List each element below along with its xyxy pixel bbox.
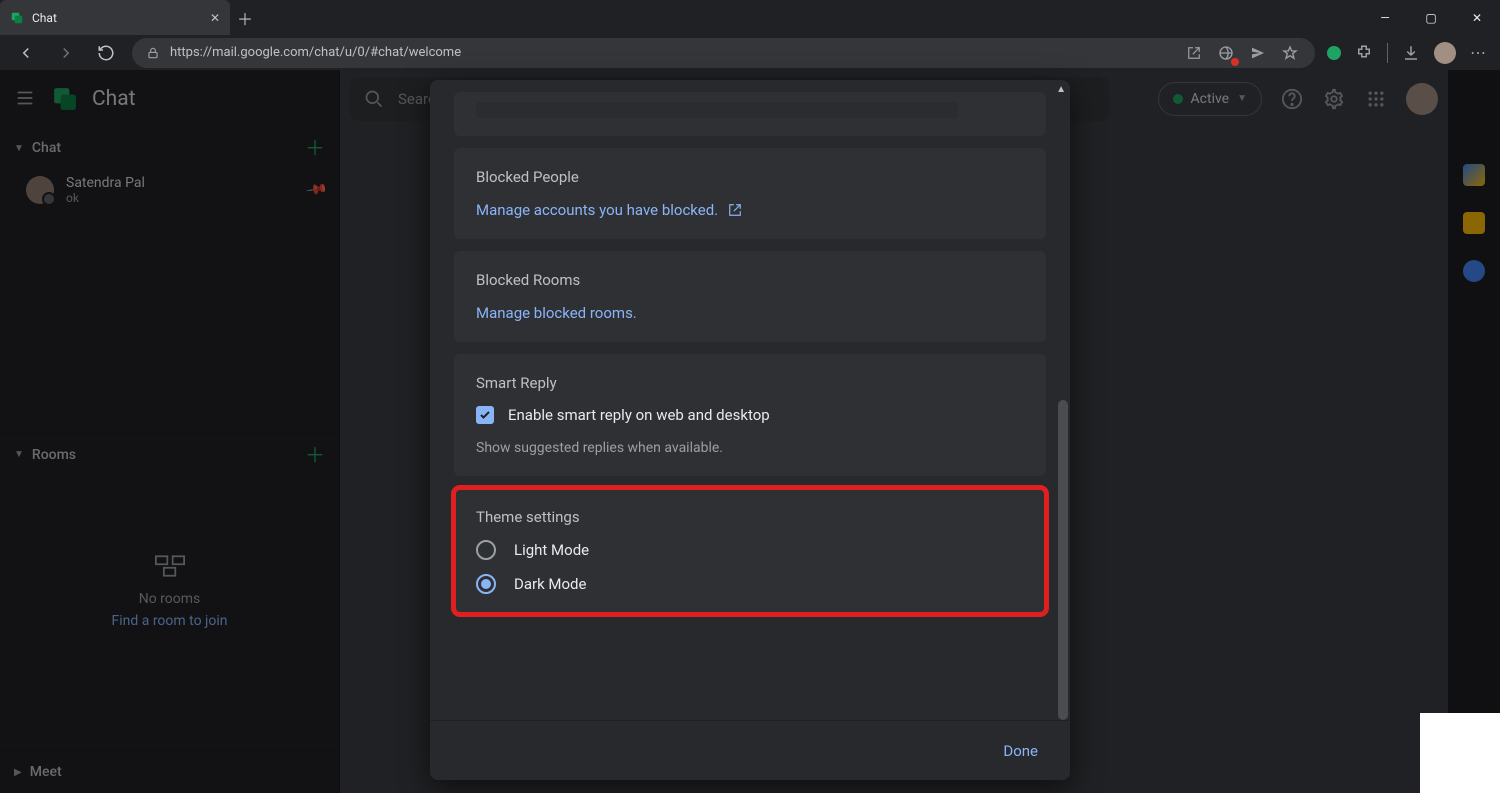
chevron-right-icon: ▶ [14,767,22,778]
keep-icon[interactable] [1463,212,1485,234]
tasks-icon[interactable] [1463,260,1485,282]
radio-label: Light Mode [514,541,589,559]
card-title: Smart Reply [476,374,1024,392]
pin-icon[interactable]: 📌 [305,178,328,201]
smart-reply-card: Smart Reply Enable smart reply on web an… [454,354,1046,476]
contact-name: Satendra Pal [66,175,145,191]
rooms-icon [155,555,185,577]
rooms-empty-title: No rooms [10,591,329,607]
card-title: Blocked Rooms [476,271,1024,289]
sidebar-section-chat[interactable]: ▼ Chat ＋ [0,127,339,169]
tab-title: Chat [32,11,57,25]
window-close-button[interactable]: ✕ [1454,0,1500,35]
check-icon [479,409,491,421]
settings-card-partial [454,92,1046,136]
extension-indicator[interactable] [1327,46,1341,60]
checkbox-label: Enable smart reply on web and desktop [508,406,770,424]
side-panel [1448,70,1500,793]
dialog-footer: Done [430,720,1070,780]
nav-back-button[interactable] [12,39,40,67]
section-label: Chat [32,140,61,156]
apps-grid-button[interactable] [1364,87,1388,111]
rooms-empty-state: No rooms Find a room to join [0,475,339,649]
status-dot-icon [1173,94,1183,104]
browser-title-bar: Chat ✕ ＋ — ▢ ✕ [0,0,1500,35]
help-button[interactable] [1280,87,1304,111]
window-maximize-button[interactable]: ▢ [1408,0,1454,35]
chat-list-item[interactable]: Satendra Pal ok 📌 [0,169,339,213]
theme-dark-radio[interactable] [476,574,496,594]
card-title: Blocked People [476,168,1024,186]
settings-button[interactable] [1322,87,1346,111]
placeholder-bar [476,102,958,118]
chevron-down-icon: ▼ [14,143,24,154]
find-room-link[interactable]: Find a room to join [10,613,329,629]
settings-dialog: ▲ Blocked People Manage accounts you hav… [430,80,1070,780]
address-input[interactable]: https://mail.google.com/chat/u/0/#chat/w… [132,38,1315,68]
extensions-icon[interactable] [1355,44,1373,62]
search-icon [364,89,384,109]
card-description: Show suggested replies when available. [476,440,1024,456]
contact-preview: ok [66,191,145,205]
lock-icon [146,46,160,60]
done-button[interactable]: Done [1003,742,1038,760]
theme-settings-card: Theme settings Light Mode Dark Mode [454,488,1046,614]
tab-close-icon[interactable]: ✕ [210,11,220,25]
browser-tab[interactable]: Chat ✕ [0,0,230,35]
manage-blocked-people-link[interactable]: Manage accounts you have blocked. [476,201,742,219]
sidebar: Chat ▼ Chat ＋ Satendra Pal ok 📌 ▼ Rooms [0,70,340,793]
manage-blocked-rooms-link[interactable]: Manage blocked rooms. [476,304,637,322]
app-title: Chat [92,87,136,111]
theme-light-radio[interactable] [476,540,496,560]
chevron-down-icon: ▼ [1237,93,1247,104]
link-text: Manage blocked rooms. [476,304,637,322]
card-title: Theme settings [476,508,1024,526]
avatar [26,176,54,204]
scroll-up-icon[interactable]: ▲ [1056,84,1066,95]
overlay-box [1420,713,1500,793]
status-selector[interactable]: Active ▼ [1158,82,1262,116]
calendar-icon[interactable] [1463,164,1485,186]
scrollbar-thumb[interactable] [1058,400,1068,720]
sidebar-section-rooms[interactable]: ▼ Rooms ＋ [0,433,339,475]
section-label: Meet [30,764,62,780]
browser-profile-avatar[interactable] [1434,42,1456,64]
url-text: https://mail.google.com/chat/u/0/#chat/w… [170,45,1173,60]
radio-label: Dark Mode [514,575,586,593]
link-text: Manage accounts you have blocked. [476,201,718,219]
open-external-icon[interactable] [1183,42,1205,64]
chat-tab-icon [10,11,24,25]
browser-menu-icon[interactable]: ⋯ [1470,43,1488,62]
add-room-button[interactable]: ＋ [305,445,325,465]
send-icon[interactable] [1247,42,1269,64]
chevron-down-icon: ▼ [14,449,24,460]
nav-refresh-button[interactable] [92,39,120,67]
main-menu-button[interactable] [14,87,38,111]
blocked-people-card: Blocked People Manage accounts you have … [454,148,1046,239]
account-avatar[interactable] [1406,83,1438,115]
window-minimize-button[interactable]: — [1362,0,1408,35]
nav-forward-button[interactable] [52,39,80,67]
new-tab-button[interactable]: ＋ [230,0,260,35]
smart-reply-checkbox[interactable] [476,406,494,424]
downloads-icon[interactable] [1402,44,1420,62]
tracker-icon[interactable] [1215,42,1237,64]
browser-address-bar: https://mail.google.com/chat/u/0/#chat/w… [0,35,1500,70]
open-external-icon [728,203,742,217]
add-chat-button[interactable]: ＋ [305,138,325,158]
blocked-rooms-card: Blocked Rooms Manage blocked rooms. [454,251,1046,342]
favorite-icon[interactable] [1279,42,1301,64]
section-label: Rooms [32,447,76,463]
chat-logo-icon [52,86,78,112]
status-label: Active [1191,91,1230,107]
separator [1387,43,1388,63]
sidebar-section-meet[interactable]: ▶ Meet [0,751,339,793]
